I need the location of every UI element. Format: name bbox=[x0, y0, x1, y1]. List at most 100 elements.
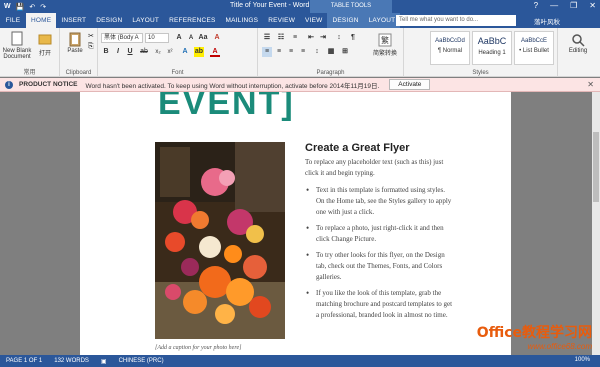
save-icon[interactable]: 💾 bbox=[16, 3, 25, 11]
cut-icon[interactable]: ✂ bbox=[88, 32, 94, 40]
tell-me-input[interactable]: Tell me what you want to do... bbox=[396, 15, 516, 26]
sort-icon[interactable]: ↕ bbox=[334, 33, 344, 43]
change-case-icon[interactable]: Aa bbox=[198, 33, 208, 43]
tab-home[interactable]: HOME bbox=[26, 13, 57, 28]
copy-icon[interactable]: ⎘ bbox=[88, 43, 94, 51]
product-notice-bar: i PRODUCT NOTICE Word hasn't been activa… bbox=[0, 78, 600, 92]
tab-insert[interactable]: INSERT bbox=[56, 13, 91, 28]
tab-design[interactable]: DESIGN bbox=[91, 13, 127, 28]
font-group: 黑体 (Body A 10 A A Aa A B I U ab x₂ x² A … bbox=[98, 28, 258, 77]
help-icon[interactable]: ? bbox=[534, 1, 538, 10]
activate-button[interactable]: Activate bbox=[389, 79, 431, 90]
strikethrough-icon[interactable]: ab bbox=[139, 47, 149, 57]
info-icon: i bbox=[5, 80, 13, 89]
font-name-select[interactable]: 黑体 (Body A bbox=[101, 33, 143, 43]
editing-button[interactable]: Editing bbox=[562, 33, 594, 54]
ribbon: New Blank Document 打开 常用 Paste ✂ ⎘ Clipb… bbox=[0, 28, 600, 77]
document-page[interactable]: EVENT] [Add a caption for your photo her… bbox=[80, 92, 511, 355]
font-size-select[interactable]: 10 bbox=[145, 33, 169, 43]
style-heading-1[interactable]: AaBbC Heading 1 bbox=[472, 31, 512, 65]
new-blank-document-button[interactable]: New Blank Document bbox=[2, 31, 32, 60]
increase-indent-icon[interactable]: ⇥ bbox=[318, 33, 328, 43]
tab-table-design[interactable]: DESIGN bbox=[327, 13, 364, 28]
tab-table-layout[interactable]: LAYOUT bbox=[363, 13, 401, 28]
photo-caption[interactable]: [Add a caption for your photo here] bbox=[155, 345, 241, 351]
list-item[interactable]: If you like the look of this template, g… bbox=[305, 288, 455, 321]
list-item[interactable]: To try other looks for this flyer, on th… bbox=[305, 250, 455, 283]
window-title: Title of Your Event - Word bbox=[230, 2, 310, 9]
text-effects-icon[interactable]: A bbox=[180, 47, 190, 57]
tab-review[interactable]: REVIEW bbox=[263, 13, 300, 28]
clipboard-icon bbox=[69, 32, 81, 47]
word-count[interactable]: 132 WORDS bbox=[54, 358, 89, 364]
grow-font-icon[interactable]: A bbox=[174, 33, 184, 43]
editing-group: Editing bbox=[558, 28, 600, 77]
highlight-icon[interactable]: ab bbox=[194, 47, 204, 57]
align-right-icon[interactable]: ≡ bbox=[286, 47, 296, 57]
group-label: Paragraph bbox=[316, 70, 345, 76]
justify-icon[interactable]: ≡ bbox=[298, 47, 308, 57]
flyer-intro[interactable]: To replace any placeholder text (such as… bbox=[305, 157, 450, 179]
notice-label: PRODUCT NOTICE bbox=[19, 81, 78, 88]
tab-references[interactable]: REFERENCES bbox=[164, 13, 220, 28]
borders-icon[interactable]: ⊞ bbox=[340, 47, 350, 57]
close-icon[interactable]: ✕ bbox=[589, 1, 596, 10]
watermark-brand: Office教程学习网 bbox=[476, 325, 592, 341]
show-marks-icon[interactable]: ¶ bbox=[348, 33, 358, 43]
watermark-url: www.office68.com bbox=[527, 342, 592, 351]
list-item[interactable]: Text in this template is formatted using… bbox=[305, 185, 455, 218]
bullets-icon[interactable]: ☰ bbox=[262, 33, 272, 43]
group-label: Font bbox=[171, 70, 184, 76]
event-title[interactable]: EVENT] bbox=[158, 92, 295, 123]
tab-mailings[interactable]: MAILINGS bbox=[221, 13, 264, 28]
proofing-icon[interactable]: ▣ bbox=[101, 358, 107, 365]
style-normal[interactable]: AaBbCcDd ¶ Normal bbox=[430, 31, 470, 65]
tab-view[interactable]: VIEW bbox=[300, 13, 327, 28]
word-logo-icon: W bbox=[4, 3, 11, 10]
maximize-icon[interactable]: ❐ bbox=[570, 1, 577, 10]
clear-format-icon[interactable]: A bbox=[212, 33, 222, 43]
styles-group: AaBbCcDd ¶ Normal AaBbC Heading 1 AaBbCc… bbox=[404, 28, 558, 77]
underline-icon[interactable]: U bbox=[125, 47, 135, 57]
flyer-heading[interactable]: Create a Great Flyer bbox=[305, 142, 410, 154]
language-indicator[interactable]: CHINESE (PRC) bbox=[119, 358, 164, 364]
tab-layout[interactable]: LAYOUT bbox=[127, 13, 164, 28]
shading-icon[interactable]: ▦ bbox=[326, 47, 336, 57]
align-center-icon[interactable]: ≡ bbox=[274, 47, 284, 57]
close-notice-icon[interactable]: ✕ bbox=[587, 80, 594, 89]
minimize-icon[interactable]: — bbox=[550, 1, 558, 10]
vertical-scrollbar[interactable] bbox=[592, 92, 600, 355]
window-controls: ? — ❐ ✕ bbox=[534, 1, 596, 10]
user-name[interactable]: 落叶风秋 bbox=[534, 16, 560, 26]
status-bar: PAGE 1 OF 1 132 WORDS ▣ CHINESE (PRC) 10… bbox=[0, 355, 600, 367]
line-spacing-icon[interactable]: ↕ bbox=[312, 47, 322, 57]
page-count[interactable]: PAGE 1 OF 1 bbox=[6, 358, 42, 364]
clipboard-group: Paste ✂ ⎘ Clipboard bbox=[60, 28, 98, 77]
numbering-icon[interactable]: ☷ bbox=[276, 33, 286, 43]
open-button[interactable]: 打开 bbox=[34, 31, 56, 57]
style-list-bullet[interactable]: AaBbCcE • List Bullet bbox=[514, 31, 554, 65]
group-label: Styles bbox=[472, 70, 489, 76]
undo-icon[interactable]: ↶ bbox=[29, 3, 35, 11]
flyer-bullets: Text in this template is formatted using… bbox=[305, 185, 455, 326]
zoom-level[interactable]: 100% bbox=[575, 357, 590, 363]
subscript-icon[interactable]: x₂ bbox=[153, 47, 163, 57]
svg-text:繁: 繁 bbox=[381, 35, 389, 45]
bold-icon[interactable]: B bbox=[101, 47, 111, 57]
group-label: 常用 bbox=[23, 70, 36, 76]
align-left-icon[interactable]: ≡ bbox=[262, 47, 272, 57]
font-color-icon[interactable]: A bbox=[210, 47, 220, 57]
convert-button[interactable]: 繁 简繁转换 bbox=[370, 33, 400, 57]
flower-photo[interactable] bbox=[155, 142, 285, 339]
superscript-icon[interactable]: x² bbox=[165, 47, 175, 57]
list-item[interactable]: To replace a photo, just right-click it … bbox=[305, 223, 455, 245]
scroll-thumb[interactable] bbox=[593, 132, 599, 202]
paste-button[interactable]: Paste bbox=[64, 31, 86, 54]
shrink-font-icon[interactable]: A bbox=[186, 33, 196, 43]
italic-icon[interactable]: I bbox=[113, 47, 123, 57]
multilevel-list-icon[interactable]: ≡ bbox=[290, 33, 300, 43]
decrease-indent-icon[interactable]: ⇤ bbox=[306, 33, 316, 43]
title-bar: W 💾 ↶ ↷ Title of Your Event - Word TABLE… bbox=[0, 0, 600, 13]
tab-file[interactable]: FILE bbox=[0, 13, 26, 28]
redo-icon[interactable]: ↷ bbox=[40, 3, 46, 11]
